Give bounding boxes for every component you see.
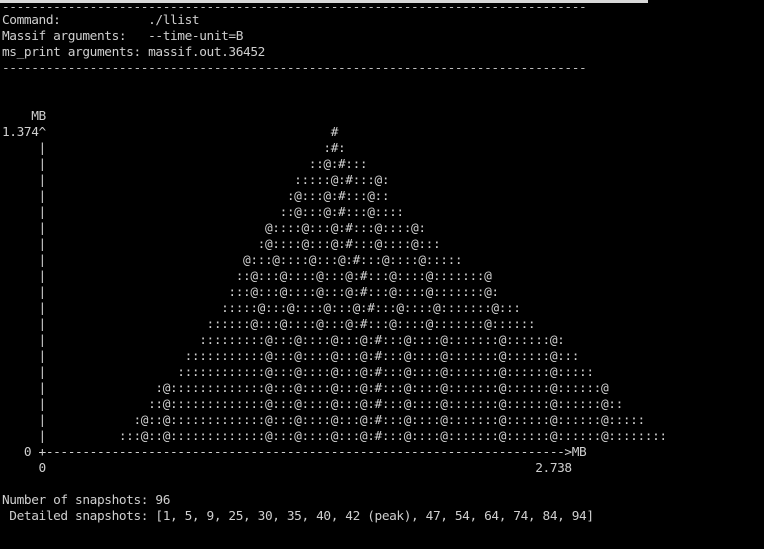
- graph-row: | :@:::::::::::::@:::@::::@:::@:#:::@:::…: [2, 381, 609, 396]
- graph-row: | :#:: [2, 141, 346, 156]
- graph-row: | :::@::@:::::::::::::@:::@::::@:::@:#::…: [2, 429, 668, 444]
- detailed-snapshots: Detailed snapshots: [1, 5, 9, 25, 30, 35…: [2, 509, 594, 524]
- terminal-window[interactable]: ----------------------------------------…: [0, 0, 764, 549]
- graph-row: | :::::::::@:::@::::@:::@:#:::@::::@::::…: [2, 333, 565, 348]
- graph-row: | ::::::@:::@::::@:::@:#:::@::::@:::::::…: [2, 317, 536, 332]
- graph-row: | @::::@:::@:#:::@::::@:: [2, 221, 427, 236]
- graph-row: | ::@:#:::: [2, 157, 368, 172]
- graph-row: | ::@:::::::::::::@:::@::::@:::@:#:::@::…: [2, 397, 624, 412]
- graph-row: | @:::@::::@:::@:#:::@::::@:::::: [2, 253, 463, 268]
- graph-row: | ::@:::@::::@:::@:#:::@::::@:::::::@: [2, 269, 492, 284]
- command-line: Command: ./llist: [2, 13, 200, 28]
- graph-row: | :::::@:::@::::@:::@:#:::@::::@:::::::@…: [2, 301, 522, 316]
- graph-row: | :@::@:::::::::::::@:::@::::@:::@:#:::@…: [2, 413, 646, 428]
- graph-row: | :::@:::@::::@:::@:#:::@::::@:::::::@:: [2, 285, 500, 300]
- graph-row: | :@::::@:::@:#:::@::::@:::: [2, 237, 441, 252]
- graph-row: | :::::@:#:::@:: [2, 173, 390, 188]
- graph-row: | ::::::::::::@:::@::::@:::@:#:::@::::@:…: [2, 365, 595, 380]
- graph-x-axis: 0 +-------------------------------------…: [2, 445, 587, 460]
- graph-unit-label: MB: [2, 109, 46, 124]
- header-separator-bottom: ----------------------------------------…: [2, 61, 587, 76]
- graph-row: | :::::::::::@:::@::::@:::@:#:::@::::@::…: [2, 349, 580, 364]
- graph-row: | :@:::@:#:::@::: [2, 189, 390, 204]
- graph-row: 1.374^ #: [2, 125, 339, 140]
- ms-print-arguments-line: ms_print arguments: massif.out.36452: [2, 45, 265, 60]
- graph-row: | ::@:::@:#:::@::::: [2, 205, 405, 220]
- snapshot-count: Number of snapshots: 96: [2, 493, 171, 508]
- graph-x-ticks: 0 2.738: [2, 461, 573, 476]
- massif-arguments-line: Massif arguments: --time-unit=B: [2, 29, 244, 44]
